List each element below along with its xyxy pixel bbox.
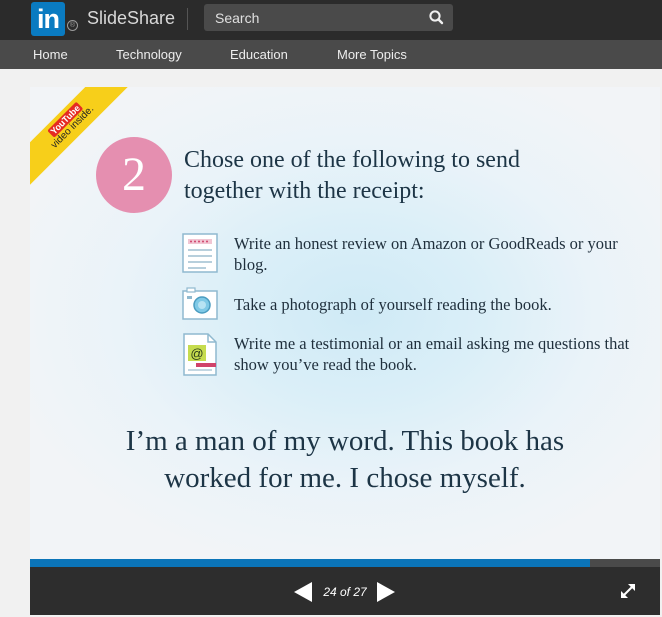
nav-more-topics[interactable]: More Topics bbox=[337, 40, 407, 69]
linkedin-logo[interactable]: in bbox=[31, 2, 65, 36]
nav-home[interactable]: Home bbox=[33, 40, 68, 69]
search-input[interactable] bbox=[204, 4, 419, 31]
step-number-badge: 2 bbox=[96, 137, 172, 213]
nav-education[interactable]: Education bbox=[230, 40, 288, 69]
svg-text:@: @ bbox=[190, 346, 203, 361]
brand-name[interactable]: SlideShare bbox=[87, 6, 175, 30]
previous-slide-icon[interactable] bbox=[293, 581, 313, 603]
option-review-text: Write an honest review on Amazon or Good… bbox=[234, 234, 618, 274]
camera-icon bbox=[182, 287, 222, 327]
registered-mark: ® bbox=[67, 20, 78, 31]
search-icon[interactable] bbox=[427, 8, 447, 28]
page-counter: 24 of 27 bbox=[323, 585, 367, 599]
topic-nav: Home Technology Education More Topics bbox=[0, 40, 662, 69]
step-title: Chose one of the following to send toget… bbox=[184, 147, 520, 204]
option-photo-text: Take a photograph of yourself reading th… bbox=[234, 295, 552, 314]
nav-technology[interactable]: Technology bbox=[116, 40, 182, 69]
email-document-icon: @ bbox=[182, 333, 222, 376]
slide-progress-fill bbox=[30, 559, 591, 567]
option-testimonial-text: Write me a testimonial or an email askin… bbox=[234, 334, 630, 374]
slide-quote: I’m a man of my word. This book has work… bbox=[125, 425, 565, 494]
slide-view: YouTube video inside. 2 Chose one of the… bbox=[30, 87, 660, 559]
next-slide-icon[interactable] bbox=[376, 581, 396, 603]
review-list-icon bbox=[182, 233, 222, 273]
slide-progress-bar[interactable] bbox=[30, 559, 660, 567]
player-controls: 24 of 27 bbox=[30, 567, 660, 615]
header-divider bbox=[187, 8, 188, 30]
search-box bbox=[204, 4, 453, 31]
top-bar: in ® SlideShare bbox=[0, 0, 662, 40]
fullscreen-icon[interactable] bbox=[619, 582, 637, 600]
